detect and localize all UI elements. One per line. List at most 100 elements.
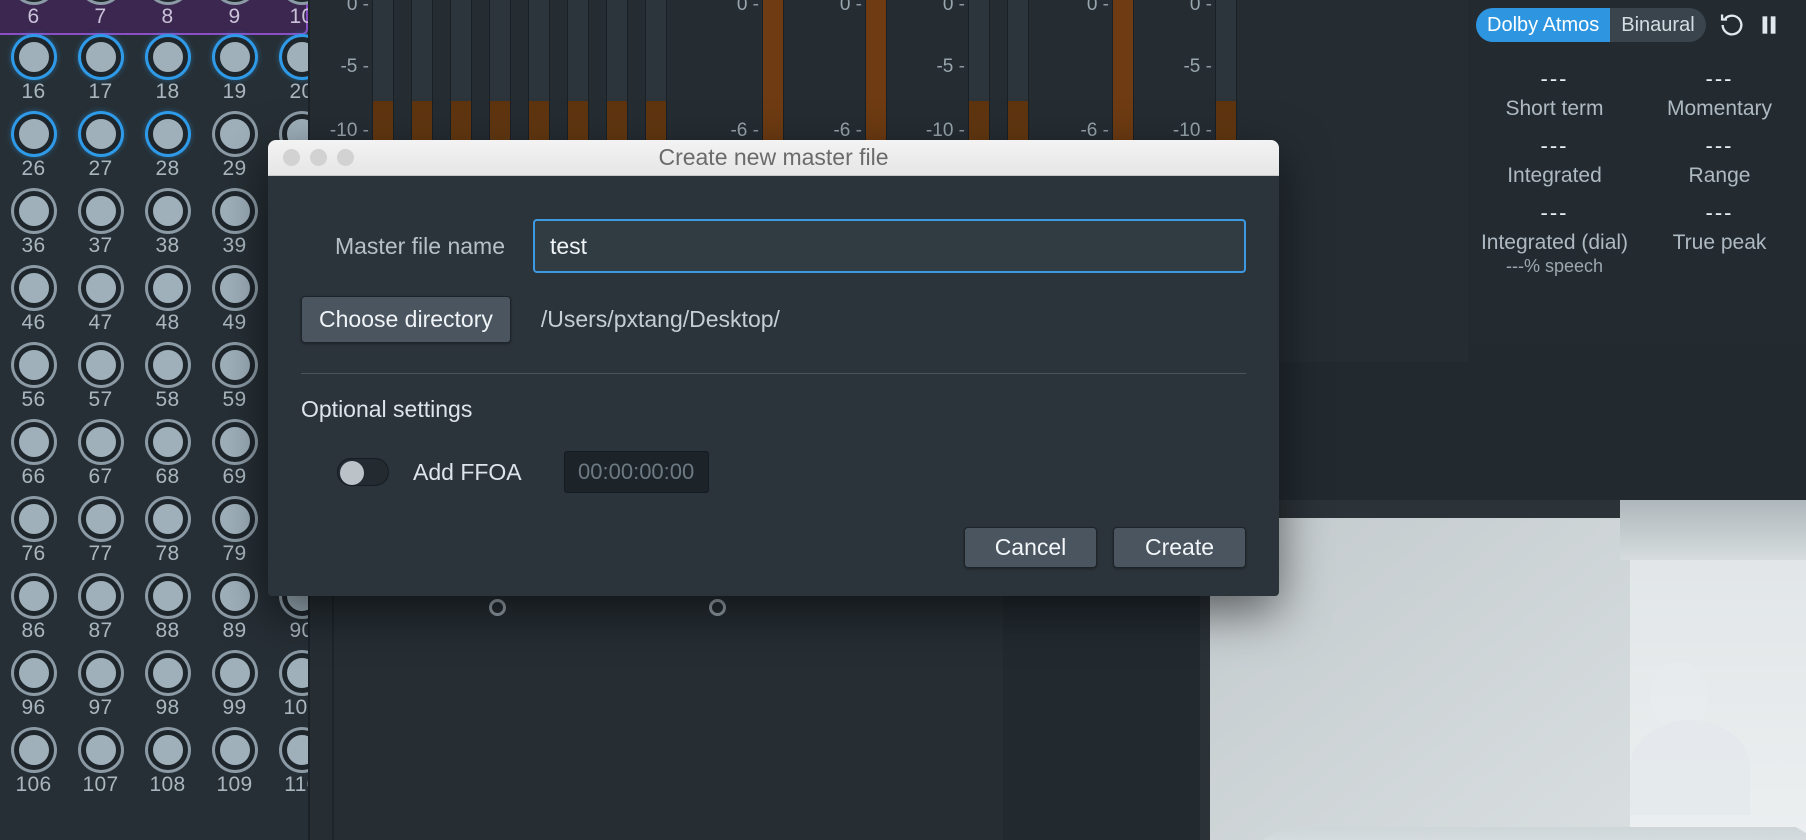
object-button-59[interactable]: 59: [201, 343, 268, 420]
object-number-label: 98: [155, 696, 180, 719]
directory-path-text: /Users/pxtang/Desktop/: [540, 306, 780, 332]
object-button-38[interactable]: 38: [134, 189, 201, 266]
object-number-label: 47: [88, 311, 113, 334]
object-button-110[interactable]: 110: [268, 728, 308, 805]
object-button-97[interactable]: 97: [67, 651, 134, 728]
loudness-metric: --- Integrated: [1472, 135, 1637, 188]
object-button-46[interactable]: 46: [0, 266, 67, 343]
render-mode-toggle[interactable]: Dolby Atmos Binaural: [1476, 8, 1706, 42]
object-number-label: 17: [88, 80, 113, 103]
object-knob-icon: [80, 37, 121, 77]
object-button-6[interactable]: 6: [0, 0, 67, 33]
object-row: 96 97 98 99 100: [0, 651, 308, 728]
object-number-label: 18: [155, 80, 180, 103]
object-grid-panel: 6789101617181920262728293036373839404647…: [0, 0, 308, 840]
object-button-47[interactable]: 47: [67, 266, 134, 343]
object-button-108[interactable]: 108: [134, 728, 201, 805]
object-number-label: 77: [88, 542, 113, 565]
object-knob-icon: [214, 576, 255, 616]
object-button-98[interactable]: 98: [134, 651, 201, 728]
object-button-9[interactable]: 9: [201, 0, 268, 33]
object-button-96[interactable]: 96: [0, 651, 67, 728]
object-button-77[interactable]: 77: [67, 497, 134, 574]
object-button-67[interactable]: 67: [67, 420, 134, 497]
object-button-18[interactable]: 18: [134, 35, 201, 112]
object-button-20[interactable]: 20: [268, 35, 308, 112]
object-knob-icon: [214, 0, 255, 2]
object-button-56[interactable]: 56: [0, 343, 67, 420]
object-button-48[interactable]: 48: [134, 266, 201, 343]
object-button-28[interactable]: 28: [134, 112, 201, 189]
loudness-panel: Dolby Atmos Binaural --- Short term --- Mom…: [1468, 0, 1806, 345]
speaker-position[interactable]: [489, 599, 506, 616]
create-button[interactable]: Create: [1113, 527, 1246, 568]
object-button-69[interactable]: 69: [201, 420, 268, 497]
meter-tick-label: 0: [1087, 0, 1109, 16]
object-button-99[interactable]: 99: [201, 651, 268, 728]
object-number-label: 8: [161, 5, 174, 28]
object-number-label: 110: [284, 773, 308, 796]
object-button-49[interactable]: 49: [201, 266, 268, 343]
object-button-89[interactable]: 89: [201, 574, 268, 651]
object-button-106[interactable]: 106: [0, 728, 67, 805]
object-row: 16 17 18 19 20: [0, 35, 308, 112]
cancel-button[interactable]: Cancel: [964, 527, 1097, 568]
object-number-label: 59: [222, 388, 247, 411]
object-button-17[interactable]: 17: [67, 35, 134, 112]
object-button-78[interactable]: 78: [134, 497, 201, 574]
object-row: 7677787980: [0, 497, 308, 574]
object-button-79[interactable]: 79: [201, 497, 268, 574]
object-button-76[interactable]: 76: [0, 497, 67, 574]
object-button-27[interactable]: 27: [67, 112, 134, 189]
meter-tick-label: 0: [737, 0, 759, 16]
object-button-107[interactable]: 107: [67, 728, 134, 805]
object-button-19[interactable]: 19: [201, 35, 268, 112]
object-knob-icon: [80, 422, 121, 462]
add-ffoa-toggle[interactable]: [337, 458, 389, 486]
mode-option-binaural[interactable]: Binaural: [1610, 8, 1705, 42]
object-knob-icon: [13, 730, 54, 770]
object-button-87[interactable]: 87: [67, 574, 134, 651]
object-button-16[interactable]: 16: [0, 35, 67, 112]
object-number-label: 16: [21, 80, 46, 103]
object-button-36[interactable]: 36: [0, 189, 67, 266]
object-number-label: 90: [289, 619, 308, 642]
object-number-label: 109: [216, 773, 253, 796]
object-button-39[interactable]: 39: [201, 189, 268, 266]
object-knob-icon: [214, 730, 255, 770]
object-button-100[interactable]: 100: [268, 651, 308, 728]
object-knob-icon: [13, 37, 54, 77]
object-button-37[interactable]: 37: [67, 189, 134, 266]
object-button-10[interactable]: 10: [268, 0, 308, 33]
object-button-8[interactable]: 8: [134, 0, 201, 33]
object-button-29[interactable]: 29: [201, 112, 268, 189]
master-file-name-row: Master file name: [301, 218, 1246, 274]
pause-icon[interactable]: [1756, 12, 1782, 38]
object-button-86[interactable]: 86: [0, 574, 67, 651]
object-number-label: 57: [88, 388, 113, 411]
object-button-66[interactable]: 66: [0, 420, 67, 497]
object-button-68[interactable]: 68: [134, 420, 201, 497]
mode-option-dolby-atmos[interactable]: Dolby Atmos: [1476, 8, 1611, 42]
object-button-58[interactable]: 58: [134, 343, 201, 420]
object-button-88[interactable]: 88: [134, 574, 201, 651]
object-number-label: 106: [15, 773, 52, 796]
loudness-metric: --- Range: [1637, 135, 1802, 188]
object-button-109[interactable]: 109: [201, 728, 268, 805]
object-button-57[interactable]: 57: [67, 343, 134, 420]
object-button-26[interactable]: 26: [0, 112, 67, 189]
choose-directory-button[interactable]: Choose directory: [301, 296, 511, 343]
speaker-position[interactable]: [709, 599, 726, 616]
meter-tick-label: -10: [330, 120, 369, 142]
object-button-7[interactable]: 7: [67, 0, 134, 33]
object-knob-icon: [214, 268, 255, 308]
dolby-atmos-renderer-window: 6789101617181920262728293036373839404647…: [0, 0, 1806, 840]
reset-icon[interactable]: [1718, 11, 1746, 39]
master-file-name-input[interactable]: [533, 219, 1246, 273]
meter-tick-label: -10: [1173, 120, 1212, 142]
meter-tick-label: 0: [840, 0, 862, 16]
object-number-label: 26: [21, 157, 46, 180]
object-knob-icon: [147, 576, 188, 616]
object-number-label: 88: [155, 619, 180, 642]
ffoa-timecode-input[interactable]: 00:00:00:00: [563, 451, 709, 493]
